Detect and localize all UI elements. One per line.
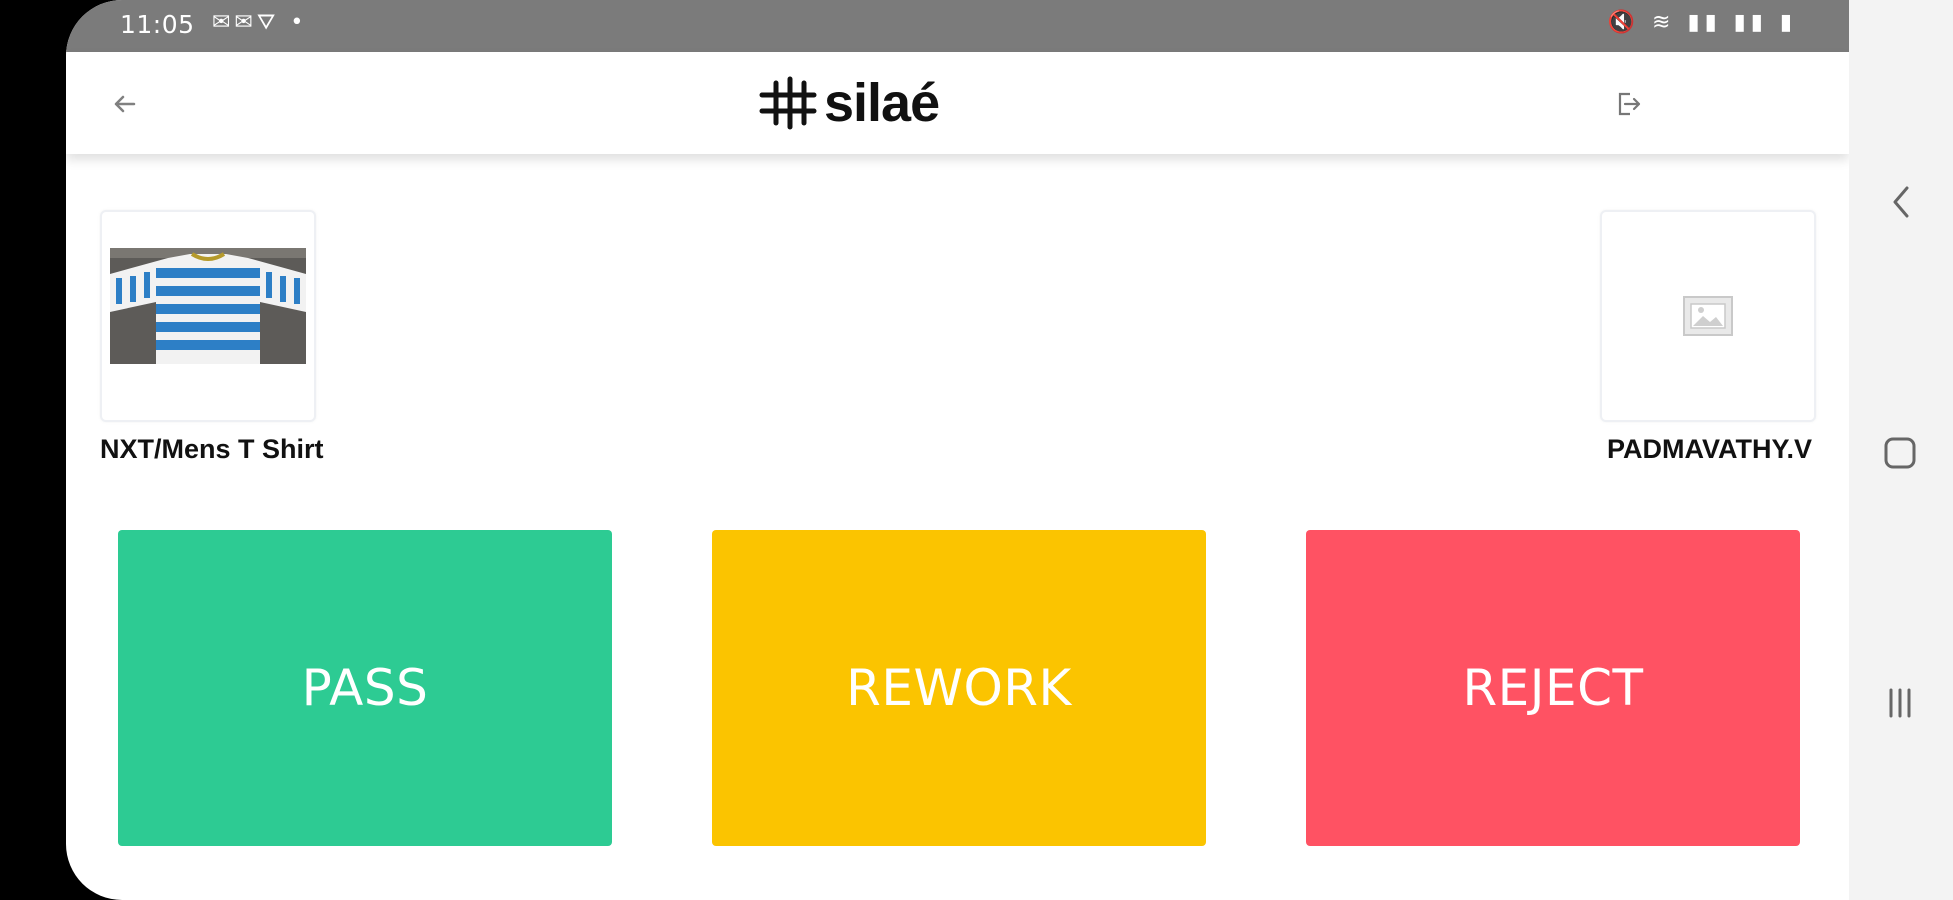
operator-name: PADMAVATHY.V (1606, 434, 1812, 464)
system-nav-bar (1849, 0, 1953, 900)
nav-home-icon[interactable] (1883, 436, 1917, 470)
operator-image-card[interactable] (1600, 210, 1816, 422)
silae-logo-icon (759, 76, 817, 130)
arrow-left-icon (114, 95, 136, 113)
notification-icons: ✉✉⛛ • (212, 10, 308, 35)
app-screen: 11:05 ✉✉⛛ • 🔇 ≋ ▮▮ ▮▮ ▮ silaé NXT/Mens T… (66, 0, 1849, 900)
product-name: NXT/Mens T Shirt (100, 434, 324, 464)
logout-button[interactable] (1610, 86, 1646, 122)
app-logo: silaé (758, 70, 940, 136)
striped-tshirt-photo (110, 248, 306, 364)
nav-back-icon[interactable] (1889, 184, 1913, 220)
rework-button[interactable]: REWORK (712, 530, 1206, 846)
logout-icon (1618, 92, 1641, 116)
nav-recents-icon[interactable] (1883, 686, 1917, 720)
logo-text: silaé (824, 73, 940, 133)
system-status-icons: 🔇 ≋ ▮▮ ▮▮ ▮ (1607, 10, 1797, 35)
main-content: NXT/Mens T Shirt PADMAVATHY.V PASS REWOR… (66, 154, 1849, 900)
product-image-card[interactable] (100, 210, 316, 422)
app-header: silaé (66, 52, 1849, 154)
reject-button[interactable]: REJECT (1306, 530, 1800, 846)
status-bar: 11:05 ✉✉⛛ • 🔇 ≋ ▮▮ ▮▮ ▮ (66, 0, 1849, 52)
image-placeholder-icon (1683, 296, 1733, 336)
status-time: 11:05 (120, 10, 195, 39)
back-button[interactable] (104, 84, 144, 124)
pass-button[interactable]: PASS (118, 530, 612, 846)
